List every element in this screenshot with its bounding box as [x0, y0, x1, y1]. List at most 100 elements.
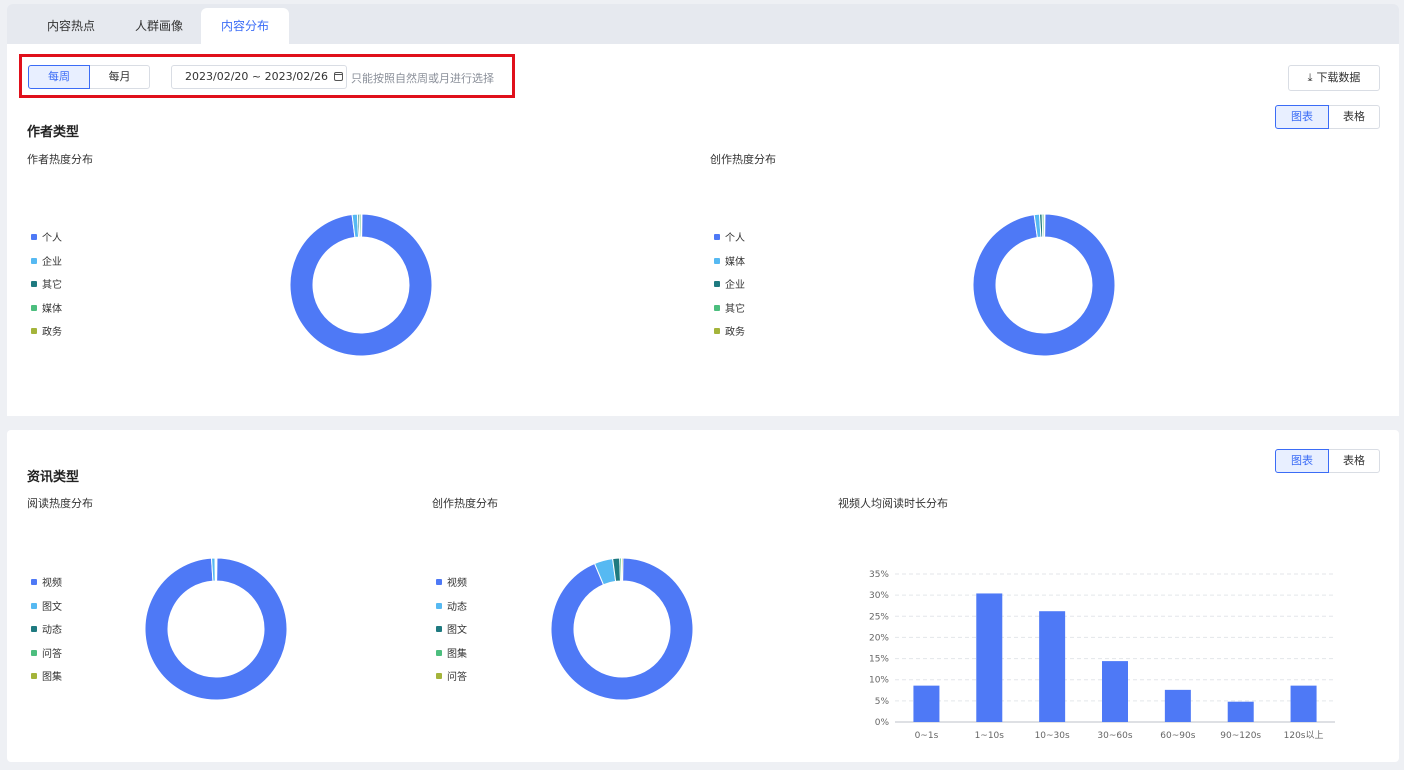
period-weekly-button[interactable]: 每周 [28, 65, 90, 89]
legend-item[interactable]: 图文 [31, 602, 62, 626]
legend-item[interactable]: 图集 [31, 672, 62, 696]
legend-item[interactable]: 企业 [31, 257, 62, 281]
y-tick-label: 30% [869, 591, 889, 601]
legend-swatch [31, 257, 37, 264]
info-creation-donut-chart [550, 557, 694, 701]
legend-label: 企业 [42, 256, 62, 268]
legend-label: 图集 [447, 648, 467, 660]
legend-swatch [436, 626, 442, 632]
legend-item[interactable]: 问答 [436, 672, 467, 696]
legend-swatch [714, 328, 720, 334]
author-view-chart-button[interactable]: 图表 [1275, 105, 1329, 129]
donut-slice-问答[interactable] [621, 557, 624, 582]
author-creation-legend: 个人 媒体 企业 其它 政务 [714, 233, 745, 351]
tab-content-distribution[interactable]: 内容分布 [201, 8, 289, 44]
legend-label: 视频 [447, 578, 467, 589]
donut-slice-政务[interactable] [360, 213, 363, 238]
legend-label: 图集 [42, 672, 62, 683]
bar-120s以上[interactable] [1290, 685, 1317, 722]
author-heat-chart-title: 作者热度分布 [27, 153, 93, 166]
x-tick-label: 1~10s [975, 731, 1005, 741]
y-tick-label: 35% [869, 570, 889, 580]
legend-item[interactable]: 个人 [714, 233, 745, 257]
legend-item[interactable]: 媒体 [714, 257, 745, 281]
bar-90~120s[interactable] [1227, 701, 1254, 722]
legend-item[interactable]: 政务 [714, 327, 745, 351]
legend-item[interactable]: 政务 [31, 327, 62, 351]
legend-swatch [31, 649, 37, 656]
read-heat-legend: 视频 图文 动态 问答 图集 [31, 578, 62, 696]
bar-1~10s[interactable] [976, 593, 1003, 722]
y-tick-label: 25% [869, 612, 889, 622]
period-hint: 只能按照自然周或月进行选择 [351, 72, 494, 85]
legend-item[interactable]: 个人 [31, 233, 62, 257]
legend-swatch [31, 579, 37, 585]
legend-item[interactable]: 动态 [31, 625, 62, 649]
donut-slice-政务[interactable] [1043, 213, 1046, 238]
legend-swatch [714, 234, 720, 240]
download-icon: ⤓ [1307, 71, 1313, 84]
legend-label: 其它 [42, 280, 62, 291]
legend-swatch [714, 257, 720, 264]
legend-item[interactable]: 其它 [31, 280, 62, 304]
tab-content-hotspot[interactable]: 内容热点 [35, 8, 107, 44]
author-heat-donut-chart [289, 213, 433, 357]
x-tick-label: 0~1s [915, 731, 939, 741]
x-tick-label: 30~60s [1097, 731, 1132, 741]
bar-10~30s[interactable] [1039, 611, 1066, 722]
legend-item[interactable]: 问答 [31, 649, 62, 673]
author-view-table-button[interactable]: 表格 [1328, 105, 1380, 129]
legend-label: 问答 [447, 672, 467, 683]
author-type-panel: 每周 每月 2023/02/20 ~ 2023/02/26 只能按照自然周或月进… [7, 44, 1399, 416]
legend-swatch [436, 649, 442, 656]
legend-label: 图文 [447, 625, 467, 636]
download-data-button[interactable]: ⤓ 下载数据 [1288, 65, 1380, 91]
legend-label: 个人 [725, 233, 745, 244]
legend-label: 视频 [42, 578, 62, 589]
y-tick-label: 10% [869, 676, 889, 686]
bar-0~1s[interactable] [913, 685, 940, 722]
legend-item[interactable]: 图集 [436, 649, 467, 673]
legend-swatch [714, 281, 720, 287]
info-type-panel: 图表 表格 资讯类型 阅读热度分布 创作热度分布 视频人均阅读时长分布 视频 图… [7, 430, 1399, 762]
legend-label: 媒体 [725, 256, 745, 268]
date-range-picker[interactable]: 2023/02/20 ~ 2023/02/26 [171, 65, 347, 89]
x-tick-label: 60~90s [1160, 731, 1195, 741]
legend-item[interactable]: 企业 [714, 280, 745, 304]
y-tick-label: 0% [875, 718, 890, 728]
legend-swatch [31, 281, 37, 287]
author-heat-legend: 个人 企业 其它 媒体 政务 [31, 233, 62, 351]
legend-swatch [31, 304, 37, 311]
y-tick-label: 15% [869, 655, 889, 665]
info-creation-legend: 视频 动态 图文 图集 问答 [436, 578, 467, 696]
tab-bar: 内容热点 人群画像 内容分布 [7, 4, 1399, 44]
legend-label: 其它 [725, 303, 745, 315]
legend-item[interactable]: 其它 [714, 304, 745, 328]
legend-item[interactable]: 动态 [436, 602, 467, 626]
video-read-duration-bar-chart: 0% 5% 10% 15% 20% 25% 30% 35% 0~1s 1~10s 10~30s 30~… [869, 570, 1335, 741]
legend-swatch [714, 304, 720, 311]
info-view-chart-button[interactable]: 图表 [1275, 449, 1329, 473]
author-creation-donut-chart [972, 213, 1116, 357]
legend-swatch [436, 579, 442, 585]
info-creation-chart-title: 创作热度分布 [432, 497, 498, 510]
author-creation-chart-title: 创作热度分布 [710, 153, 776, 166]
tab-audience-profile[interactable]: 人群画像 [123, 8, 195, 44]
y-tick-label: 20% [869, 633, 889, 643]
donut-slice-图集[interactable] [215, 557, 218, 582]
period-monthly-button[interactable]: 每月 [89, 65, 150, 89]
x-tick-label: 120s以上 [1284, 730, 1324, 741]
legend-item[interactable]: 视频 [31, 578, 62, 602]
bar-30~60s[interactable] [1102, 661, 1128, 722]
legend-item[interactable]: 媒体 [31, 304, 62, 328]
x-tick-label: 90~120s [1220, 731, 1261, 741]
legend-label: 企业 [725, 280, 745, 291]
bar-60~90s[interactable] [1164, 689, 1191, 722]
info-view-table-button[interactable]: 表格 [1328, 449, 1380, 473]
legend-item[interactable]: 视频 [436, 578, 467, 602]
calendar-icon [333, 72, 343, 81]
legend-swatch [31, 626, 37, 632]
read-heat-chart-title: 阅读热度分布 [27, 497, 93, 510]
legend-label: 图文 [42, 601, 62, 613]
legend-item[interactable]: 图文 [436, 625, 467, 649]
